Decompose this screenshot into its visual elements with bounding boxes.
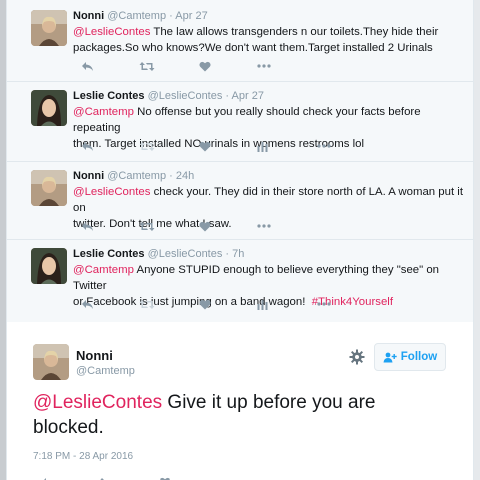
separator: · — [169, 10, 173, 22]
separator: · — [225, 248, 230, 260]
analytics-icon[interactable] — [257, 296, 268, 312]
timestamp[interactable]: 7h — [232, 248, 244, 260]
tweet-header: Nonni @Camtemp · 24h — [73, 170, 194, 182]
tweet-actions — [73, 296, 353, 312]
gear-icon[interactable] — [349, 349, 365, 365]
avatar[interactable] — [33, 344, 69, 380]
avatar[interactable] — [31, 170, 67, 206]
timestamp[interactable]: 24h — [176, 170, 194, 182]
tweet-item[interactable]: Leslie Contes @LeslieContes · 7h @Camtem… — [7, 240, 473, 322]
like-icon[interactable] — [199, 296, 211, 312]
mention-link[interactable]: @LeslieContes — [33, 392, 162, 413]
reply-icon[interactable] — [81, 296, 94, 312]
permalink-tweet: Nonni @Camtemp Follow @LeslieContes Give… — [6, 322, 474, 480]
separator: · — [225, 90, 230, 102]
reply-icon[interactable] — [81, 58, 94, 74]
mention-link[interactable]: @LeslieContes — [73, 186, 150, 198]
avatar[interactable] — [31, 90, 67, 126]
like-icon[interactable] — [199, 138, 211, 154]
display-name[interactable]: Nonni — [76, 348, 113, 363]
follow-person-icon — [383, 352, 397, 362]
follow-button[interactable]: Follow — [374, 343, 446, 371]
like-icon[interactable] — [199, 58, 211, 74]
tweet-text: @LeslieContes The law allows transgender… — [73, 26, 439, 54]
tweet-text: @LeslieContes Give it up before you are … — [33, 392, 376, 438]
retweet-icon[interactable] — [139, 296, 155, 312]
tweet-actions — [73, 218, 353, 234]
retweet-icon[interactable] — [139, 58, 155, 74]
tweet-item[interactable]: Leslie Contes @LeslieContes · Apr 27 @Ca… — [7, 82, 473, 162]
like-icon[interactable] — [199, 218, 211, 234]
handle[interactable]: @Camtemp — [107, 170, 166, 182]
display-name[interactable]: Nonni — [73, 10, 104, 22]
tweet-header: Leslie Contes @LeslieContes · 7h — [73, 248, 244, 260]
avatar[interactable] — [31, 10, 67, 46]
background-right-edge — [474, 0, 480, 480]
separator: · — [169, 170, 173, 182]
timestamp[interactable]: Apr 27 — [232, 90, 264, 102]
display-name[interactable]: Leslie Contes — [73, 248, 145, 260]
like-icon[interactable] — [159, 472, 171, 480]
more-icon[interactable] — [317, 138, 331, 154]
tweet-item[interactable]: Nonni @Camtemp · Apr 27 @LeslieContes Th… — [7, 0, 473, 82]
reply-icon[interactable] — [81, 138, 94, 154]
display-name[interactable]: Leslie Contes — [73, 90, 145, 102]
handle[interactable]: @LeslieContes — [148, 248, 223, 260]
retweet-icon[interactable] — [99, 472, 115, 480]
reply-icon[interactable] — [41, 472, 54, 480]
retweet-icon[interactable] — [139, 218, 155, 234]
tweet-actions — [33, 472, 233, 480]
tweet-header: Nonni @Camtemp · Apr 27 — [73, 10, 208, 22]
mention-link[interactable]: @Camtemp — [73, 264, 134, 276]
timestamp[interactable]: Apr 27 — [175, 10, 207, 22]
reply-icon[interactable] — [81, 218, 94, 234]
tweet-item[interactable]: Nonni @Camtemp · 24h @LeslieContes check… — [7, 162, 473, 240]
tweet-actions — [73, 138, 353, 154]
mention-link[interactable]: @Camtemp — [73, 106, 134, 118]
avatar[interactable] — [31, 248, 67, 284]
more-icon[interactable] — [257, 218, 271, 234]
tweet-actions — [73, 58, 353, 74]
more-icon[interactable] — [257, 58, 271, 74]
tweet-header: Leslie Contes @LeslieContes · Apr 27 — [73, 90, 264, 102]
follow-label: Follow — [400, 351, 438, 363]
retweet-icon[interactable] — [139, 138, 155, 154]
handle[interactable]: @Camtemp — [76, 365, 135, 377]
tweet-date[interactable]: 7:18 PM - 28 Apr 2016 — [33, 451, 133, 462]
more-icon[interactable] — [317, 296, 331, 312]
handle[interactable]: @LeslieContes — [148, 90, 223, 102]
conversation-thread: Nonni @Camtemp · Apr 27 @LeslieContes Th… — [6, 0, 474, 322]
mention-link[interactable]: @LeslieContes — [73, 26, 150, 38]
handle[interactable]: @Camtemp — [107, 10, 166, 22]
analytics-icon[interactable] — [257, 138, 268, 154]
display-name[interactable]: Nonni — [73, 170, 104, 182]
